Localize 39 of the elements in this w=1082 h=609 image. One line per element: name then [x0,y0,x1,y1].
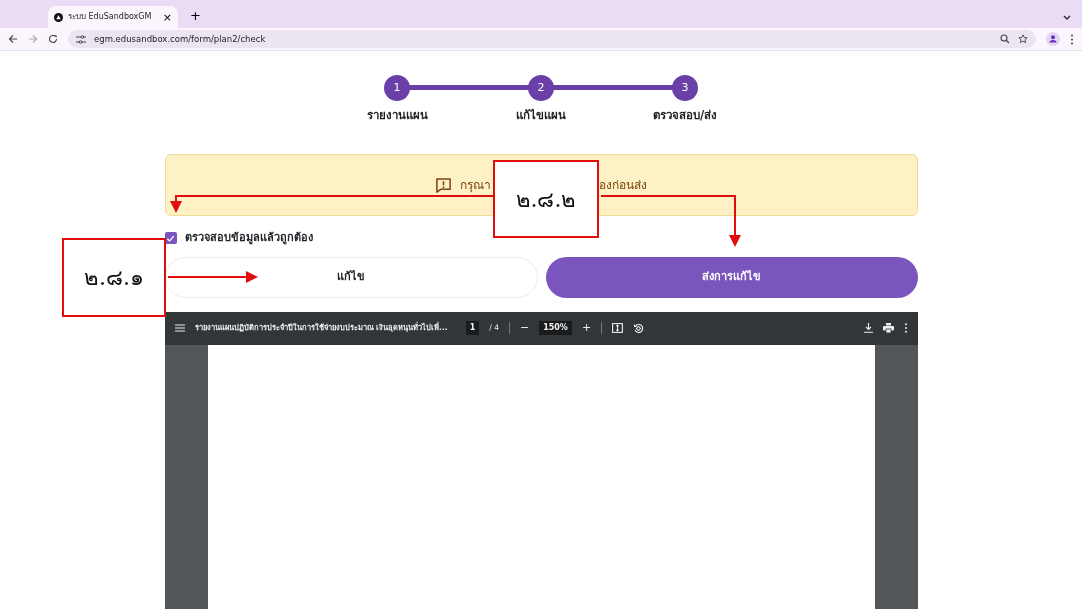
alert-text: กรุณา [460,177,491,194]
more-options-icon[interactable] [903,323,908,333]
step-number: 2 [528,75,554,101]
menu-icon[interactable] [174,324,185,332]
submit-button[interactable]: ส่งการแก้ไข [546,256,918,298]
site-logo-icon [54,12,63,22]
annotation-label: ๒.๘.๒ [493,160,599,238]
zoom-out-button[interactable]: − [519,319,530,337]
checkbox[interactable] [164,232,177,245]
fit-page-icon[interactable] [612,323,624,333]
zoom-in-button[interactable]: + [581,319,592,337]
step-label: แก้ไขแผน [516,107,566,124]
zoom-level-field[interactable]: 150% [539,321,572,335]
profile-icon[interactable] [1046,32,1060,46]
menu-icon[interactable] [1070,33,1074,45]
step-label: ตรวจสอบ/ส่ง [652,107,718,124]
zoom-icon[interactable] [1000,34,1010,44]
close-tab-button[interactable]: × [162,11,172,23]
alert-text: องก่อนส่ง [599,177,647,194]
print-icon[interactable] [882,323,894,333]
checkbox-label: ตรวจสอบข้อมูลแล้วถูกต้อง [184,230,313,247]
step-number: 1 [384,75,410,101]
tab-title: ระบบ EduSandboxGM [68,11,153,23]
address-bar[interactable]: egm.edusandbox.com/form/plan2/check [68,30,1036,48]
new-tab-button[interactable]: + [186,5,205,25]
download-icon[interactable] [863,323,873,333]
back-icon[interactable] [8,34,18,44]
step-number: 3 [672,75,698,101]
step-label: รายงานแผน [366,107,428,124]
rotate-icon[interactable] [633,322,645,334]
url-text: egm.edusandbox.com/form/plan2/check [94,32,267,46]
reload-icon[interactable] [48,34,58,44]
site-settings-icon[interactable] [76,34,86,44]
annotation-label: ๒.๘.๑ [62,238,166,317]
message-alert-icon [435,176,452,194]
page-number-field[interactable]: 1 [465,321,480,335]
edit-button[interactable]: แก้ไข [164,256,538,298]
browser-tab[interactable]: ระบบ EduSandboxGM × [48,6,178,28]
star-icon[interactable] [1018,34,1028,44]
